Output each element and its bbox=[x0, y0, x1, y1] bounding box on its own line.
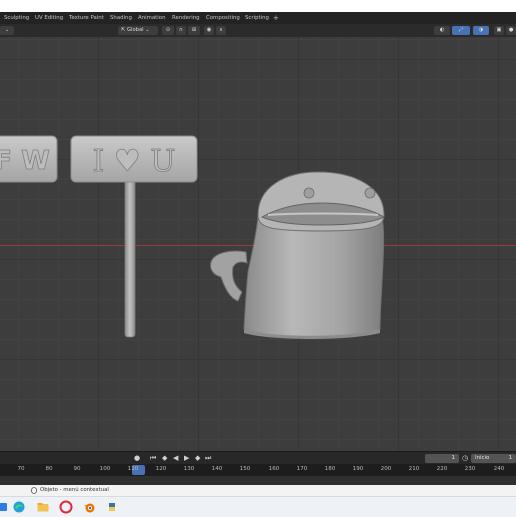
file-explorer-icon[interactable] bbox=[36, 500, 50, 514]
orientation-icon: ⇱ bbox=[121, 27, 126, 33]
ruler-tick: 210 bbox=[408, 466, 420, 472]
snap-grid-icon: ⊞ bbox=[191, 27, 197, 33]
falloff-curve-icon: ∧ bbox=[219, 27, 223, 33]
transform-orientation-select[interactable]: ⇱ Global ⌄ bbox=[118, 26, 158, 35]
left-sign-model[interactable]: F W bbox=[0, 135, 58, 183]
start-value: 1 bbox=[508, 455, 512, 461]
workspace-tab-bar: Sculpting UV Editing Texture Paint Shadi… bbox=[0, 12, 516, 24]
tab-animation[interactable]: Animation bbox=[138, 12, 165, 24]
xray-icon: ▣ bbox=[496, 27, 502, 33]
blender-icon[interactable] bbox=[82, 500, 96, 514]
ruler-tick: 110 bbox=[127, 466, 139, 472]
3d-viewport[interactable]: F W I ♥ U bbox=[0, 37, 516, 451]
ruler-tick: 230 bbox=[464, 466, 476, 472]
love-sign-model[interactable]: I ♥ U bbox=[70, 135, 198, 338]
play-reverse-icon[interactable]: ◀ bbox=[173, 454, 178, 463]
magnet-icon: ∩ bbox=[179, 27, 183, 33]
pivot-point-button[interactable]: ⊙ bbox=[162, 26, 174, 35]
proportional-edit-toggle[interactable]: ◉ bbox=[204, 26, 214, 35]
ruler-tick: 200 bbox=[380, 466, 392, 472]
falloff-button[interactable]: ∧ bbox=[216, 26, 226, 35]
tab-texture-paint[interactable]: Texture Paint bbox=[69, 12, 104, 24]
shading-mode-button[interactable]: ● bbox=[506, 26, 516, 35]
ruler-tick: 170 bbox=[296, 466, 308, 472]
timeline-track[interactable] bbox=[0, 476, 516, 485]
xray-toggle[interactable]: ▣ bbox=[494, 26, 504, 35]
left-eye bbox=[303, 187, 315, 199]
record-icon[interactable]: ● bbox=[134, 454, 140, 463]
gizmo-toggle[interactable]: ⤢ bbox=[452, 26, 470, 35]
left-sign-text: F W bbox=[0, 146, 50, 176]
orientation-label: Global bbox=[127, 27, 144, 33]
jump-start-icon[interactable]: ⏮ bbox=[150, 454, 156, 463]
mouse-icon bbox=[31, 487, 37, 494]
tab-rendering[interactable]: Rendering bbox=[172, 12, 200, 24]
right-eye bbox=[364, 187, 376, 199]
ruler-tick: 80 bbox=[45, 466, 53, 472]
add-workspace-button[interactable]: + bbox=[273, 12, 279, 24]
chevron-down-icon: ⌄ bbox=[145, 27, 150, 33]
chevron-down-icon: ⌄ bbox=[4, 27, 10, 33]
status-text: Objeto - menú contextual bbox=[40, 487, 109, 493]
tab-scripting[interactable]: Scripting bbox=[245, 12, 269, 24]
editor-type-menu[interactable]: ⌄ bbox=[0, 26, 14, 35]
ruler-tick: 90 bbox=[73, 466, 81, 472]
opera-icon[interactable] bbox=[59, 500, 73, 514]
current-frame-field[interactable]: 1 bbox=[425, 454, 459, 463]
eye-icon: ◐ bbox=[439, 27, 445, 33]
start-label: Inicio bbox=[475, 455, 490, 461]
gizmo-icon: ⤢ bbox=[458, 27, 464, 33]
tab-sculpting[interactable]: Sculpting bbox=[4, 12, 29, 24]
ruler-tick: 220 bbox=[436, 466, 448, 472]
tab-compositing[interactable]: Compositing bbox=[206, 12, 240, 24]
os-taskbar bbox=[0, 496, 516, 517]
ruler-tick: 160 bbox=[268, 466, 280, 472]
snap-toggle[interactable]: ∩ bbox=[176, 26, 186, 35]
clock-icon[interactable]: ◷ bbox=[462, 454, 468, 463]
scene-models: F W I ♥ U bbox=[0, 135, 386, 339]
ruler-tick: 240 bbox=[493, 466, 505, 472]
status-bar: Objeto - menú contextual bbox=[0, 485, 516, 496]
pivot-icon: ⊙ bbox=[165, 27, 171, 33]
play-icon[interactable]: ▶ bbox=[184, 454, 189, 463]
python-icon[interactable] bbox=[105, 500, 119, 514]
viewport-header: ⌄ ⇱ Global ⌄ ⊙ ∩ ⊞ ◉ ∧ ◐ ⤢ ◑ ▣ ● bbox=[0, 24, 516, 38]
search-app-icon[interactable] bbox=[0, 500, 10, 514]
edge-icon[interactable] bbox=[12, 500, 26, 514]
visibility-button[interactable]: ◐ bbox=[434, 26, 450, 35]
creature-mug-model[interactable] bbox=[210, 171, 386, 339]
overlay-toggle[interactable]: ◑ bbox=[473, 26, 489, 35]
prev-keyframe-icon[interactable]: ◆ bbox=[162, 454, 167, 463]
start-frame-field[interactable]: Inicio 1 bbox=[471, 454, 516, 463]
solid-shading-icon: ● bbox=[508, 27, 514, 33]
jump-end-icon[interactable]: ⏭ bbox=[205, 454, 211, 463]
window-top-strip bbox=[0, 0, 516, 12]
ruler-tick: 130 bbox=[183, 466, 195, 472]
frame-ruler[interactable]: 70 80 90 100 110 120 130 140 150 160 170… bbox=[0, 464, 516, 476]
ruler-tick: 190 bbox=[352, 466, 364, 472]
ruler-tick: 120 bbox=[155, 466, 167, 472]
timeline-header: ● ⏮ ◆ ◀ ▶ ◆ ⏭ 1 ◷ Inicio 1 bbox=[0, 451, 516, 465]
proportional-icon: ◉ bbox=[206, 27, 212, 33]
ruler-tick: 100 bbox=[99, 466, 111, 472]
tab-shading[interactable]: Shading bbox=[110, 12, 132, 24]
overlay-icon: ◑ bbox=[478, 27, 484, 33]
ruler-tick: 70 bbox=[17, 466, 25, 472]
love-sign-text: I ♥ U bbox=[92, 144, 175, 179]
ruler-tick: 140 bbox=[211, 466, 223, 472]
ruler-tick: 180 bbox=[324, 466, 336, 472]
ruler-tick: 150 bbox=[239, 466, 251, 472]
tab-uv-editing[interactable]: UV Editing bbox=[35, 12, 63, 24]
snap-target-button[interactable]: ⊞ bbox=[188, 26, 200, 35]
next-keyframe-icon[interactable]: ◆ bbox=[195, 454, 200, 463]
